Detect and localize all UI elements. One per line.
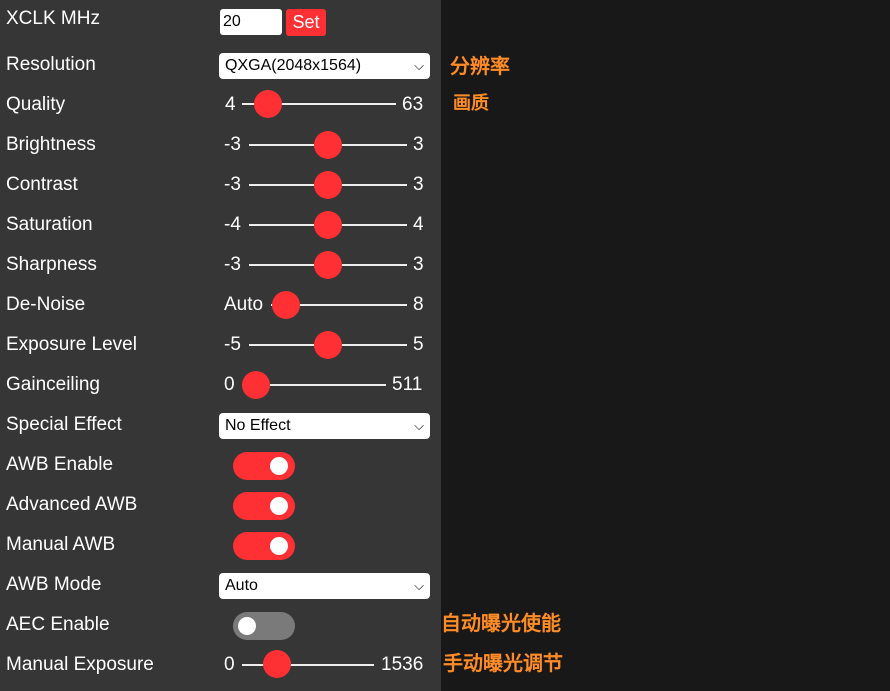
xclk-label: XCLK MHz bbox=[6, 8, 100, 29]
gainceiling-slider-thumb[interactable] bbox=[242, 371, 270, 399]
exposure-level-slider-thumb[interactable] bbox=[314, 331, 342, 359]
awb-mode-select[interactable]: Auto ⌵ bbox=[219, 573, 430, 599]
awb-enable-toggle[interactable] bbox=[233, 452, 295, 480]
quality-max: 63 bbox=[402, 94, 424, 115]
manual-awb-toggle[interactable] bbox=[233, 532, 295, 560]
gainceiling-label: Gainceiling bbox=[6, 374, 100, 395]
quality-annotation: 画质 bbox=[453, 93, 489, 113]
denoise-label: De-Noise bbox=[6, 294, 86, 315]
brightness-slider-thumb[interactable] bbox=[314, 131, 342, 159]
awb-enable-label: AWB Enable bbox=[6, 454, 114, 475]
manual-awb-label: Manual AWB bbox=[6, 534, 116, 555]
manual-exposure-label: Manual Exposure bbox=[6, 654, 154, 675]
contrast-slider-thumb[interactable] bbox=[314, 171, 342, 199]
aec-enable-annotation: 自动曝光使能 bbox=[441, 613, 561, 635]
brightness-label: Brightness bbox=[6, 134, 96, 155]
quality-slider-thumb[interactable] bbox=[254, 90, 282, 118]
resolution-selected-value: QXGA(2048x1564) bbox=[225, 57, 362, 74]
saturation-min: -4 bbox=[224, 214, 241, 235]
manual-exposure-max: 1536 bbox=[381, 654, 424, 675]
awb-mode-selected-value: Auto bbox=[225, 577, 258, 594]
chevron-down-icon: ⌵ bbox=[414, 418, 424, 433]
saturation-label: Saturation bbox=[6, 214, 93, 235]
special-effect-select[interactable]: No Effect ⌵ bbox=[219, 413, 430, 439]
xclk-input[interactable]: 20 bbox=[220, 9, 282, 35]
contrast-min: -3 bbox=[224, 174, 241, 195]
denoise-min: Auto bbox=[224, 294, 264, 315]
saturation-slider-thumb[interactable] bbox=[314, 211, 342, 239]
gainceiling-min: 0 bbox=[224, 374, 235, 395]
toggle-knob bbox=[270, 457, 288, 475]
sharpness-max: 3 bbox=[413, 254, 424, 275]
toggle-knob bbox=[238, 617, 256, 635]
exposure-level-label: Exposure Level bbox=[6, 334, 137, 355]
manual-exposure-slider-thumb[interactable] bbox=[263, 650, 291, 678]
toggle-knob bbox=[270, 497, 288, 515]
saturation-max: 4 bbox=[413, 214, 424, 235]
sharpness-slider-thumb[interactable] bbox=[314, 251, 342, 279]
denoise-slider-thumb[interactable] bbox=[272, 291, 300, 319]
contrast-max: 3 bbox=[413, 174, 424, 195]
resolution-annotation: 分辨率 bbox=[450, 56, 510, 78]
brightness-min: -3 bbox=[224, 134, 241, 155]
settings-panel: XCLK MHz 20 Set Resolution QXGA(2048x156… bbox=[0, 0, 441, 691]
toggle-knob bbox=[270, 537, 288, 555]
contrast-label: Contrast bbox=[6, 174, 78, 195]
resolution-select[interactable]: QXGA(2048x1564) ⌵ bbox=[219, 53, 430, 79]
quality-label: Quality bbox=[6, 94, 66, 115]
xclk-set-button[interactable]: Set bbox=[286, 9, 326, 36]
sharpness-label: Sharpness bbox=[6, 254, 97, 275]
sharpness-min: -3 bbox=[224, 254, 241, 275]
quality-min: 4 bbox=[225, 94, 236, 115]
manual-exposure-slider-track[interactable] bbox=[242, 664, 374, 666]
denoise-max: 8 bbox=[413, 294, 424, 315]
manual-exposure-min: 0 bbox=[224, 654, 235, 675]
special-effect-label: Special Effect bbox=[6, 414, 122, 435]
resolution-label: Resolution bbox=[6, 54, 96, 75]
aec-enable-label: AEC Enable bbox=[6, 614, 110, 635]
awb-mode-label: AWB Mode bbox=[6, 574, 102, 595]
exposure-level-min: -5 bbox=[224, 334, 241, 355]
advanced-awb-toggle[interactable] bbox=[233, 492, 295, 520]
aec-enable-toggle[interactable] bbox=[233, 612, 295, 640]
gainceiling-max: 511 bbox=[392, 374, 423, 395]
chevron-down-icon: ⌵ bbox=[414, 578, 424, 593]
special-effect-selected-value: No Effect bbox=[225, 417, 291, 434]
advanced-awb-label: Advanced AWB bbox=[6, 494, 138, 515]
chevron-down-icon: ⌵ bbox=[414, 58, 424, 73]
manual-exposure-annotation: 手动曝光调节 bbox=[443, 653, 563, 675]
brightness-max: 3 bbox=[413, 134, 424, 155]
exposure-level-max: 5 bbox=[413, 334, 424, 355]
